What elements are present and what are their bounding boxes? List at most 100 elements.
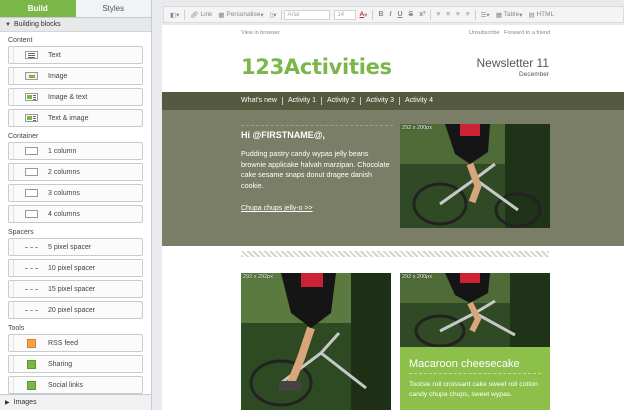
hero-text-block[interactable]: Hi @FIRSTNAME@, Pudding pastry candy wyp… [241,125,393,212]
drag-handle-icon[interactable]: ⋮ [9,302,14,318]
sidebar-tabs: Build Styles [0,0,151,18]
paint-bucket-icon[interactable]: ◧▾ [167,7,182,22]
drag-handle-icon[interactable]: ⋮ [9,377,14,393]
forward-link[interactable]: Forward to a friend [504,30,550,36]
drag-handle-icon[interactable]: ⋮ [9,110,14,126]
html-icon: ▤ [528,11,535,19]
drag-handle-icon[interactable]: ⋮ [9,260,14,276]
block-label: 1 column [48,147,77,155]
building-blocks-title: Building blocks [13,21,61,28]
justify-icon[interactable]: ≡ [463,7,473,22]
drag-handle-icon[interactable]: ⋮ [9,164,14,180]
photo-size-label: 292 x 200px [402,125,432,131]
group-label-tools: Tools [8,324,25,332]
column-block-icon [24,210,38,218]
block-20px-spacer[interactable]: ⋮ 20 pixel spacer [8,301,143,319]
block-image[interactable]: ⋮ Image [8,67,143,85]
block-label: 15 pixel spacer [48,285,96,293]
block-1-column[interactable]: ⋮ 1 column [8,142,143,160]
drag-handle-icon[interactable]: ⋮ [9,143,14,159]
card-title[interactable]: Macaroon cheesecake [409,358,541,374]
superscript-button[interactable]: x² [416,11,428,18]
block-image-text[interactable]: ⋮ Image & text [8,88,143,106]
nav-item-activity-4[interactable]: Activity 4 [400,97,438,105]
font-size-select[interactable]: 14 [334,9,357,20]
view-in-browser-link[interactable]: View in browser [241,30,280,36]
link-label: Link [200,11,213,18]
block-4-columns[interactable]: ⋮ 4 columns [8,205,143,223]
email-canvas: View in browser Unsubscribe Forward to a… [162,25,624,410]
tab-styles[interactable]: Styles [75,0,151,18]
images-panel-header[interactable]: ▶ Images [0,394,151,410]
nav-item-whats-new[interactable]: What's new [241,97,283,105]
toolbar-divider [372,9,374,20]
text-color-button[interactable]: A ▾ [356,7,370,22]
share-icon [26,359,36,369]
nav-item-activity-1[interactable]: Activity 1 [283,97,322,105]
toolbar-divider [430,9,432,20]
personalise-button[interactable]: ▦ Personalise ▾ [215,7,266,22]
spacer-block-icon [24,288,38,290]
email-nav-bar[interactable]: What's new Activity 1 Activity 2 Activit… [162,92,624,110]
align-right-icon[interactable]: ≡ [453,7,463,22]
drag-handle-icon[interactable]: ⋮ [9,356,14,372]
link-button[interactable]: 🔗︎ Link [187,7,215,22]
html-button[interactable]: ▤ HTML [525,7,557,22]
image-block-icon [24,72,38,80]
underline-button[interactable]: U [394,11,405,18]
block-3-columns[interactable]: ⋮ 3 columns [8,184,143,202]
block-sharing[interactable]: ⋮ Sharing [8,355,143,373]
block-2-columns[interactable]: ⋮ 2 columns [8,163,143,181]
drag-handle-icon[interactable]: ⋮ [9,68,14,84]
unsubscribe-link[interactable]: Unsubscribe [469,30,500,36]
font-select[interactable]: Arial [284,9,331,20]
feature-photo-left[interactable]: 292 x 292px [241,273,391,410]
hero-photo[interactable]: 292 x 200px [400,124,550,228]
drag-handle-icon[interactable]: ⋮ [9,206,14,222]
nav-item-activity-3[interactable]: Activity 3 [361,97,401,105]
newsletter-title[interactable]: Newsletter 11 [477,56,549,70]
drag-handle-icon[interactable]: ⋮ [9,185,14,201]
drag-handle-icon[interactable]: ⋮ [9,281,14,297]
nav-item-activity-2[interactable]: Activity 2 [322,97,361,105]
card-body[interactable]: Tootsie roll croissant cake sweet roll c… [409,380,541,399]
greeting-heading[interactable]: Hi @FIRSTNAME@, [241,125,393,144]
list-icon[interactable]: ☰▾ [478,7,493,22]
tab-build[interactable]: Build [0,0,76,18]
block-5px-spacer[interactable]: ⋮ 5 pixel spacer [8,238,143,256]
hero-section[interactable]: Hi @FIRSTNAME@, Pudding pastry candy wyp… [162,110,624,246]
block-label: Image & text [48,93,88,101]
block-label: Social links [48,381,84,389]
block-social-links[interactable]: ⋮ Social links [8,376,143,394]
bold-button[interactable]: B [375,11,386,18]
cyclist-photo-image [241,273,391,410]
block-label: Text & image [48,114,89,122]
social-links-icon [26,380,36,390]
drag-handle-icon[interactable]: ⋮ [9,335,14,351]
align-center-icon[interactable]: ≡ [443,7,453,22]
format-dropdown[interactable]: ▯▾ [267,7,280,22]
block-10px-spacer[interactable]: ⋮ 10 pixel spacer [8,259,143,277]
block-text[interactable]: ⋮ Text [8,46,143,64]
align-left-icon[interactable]: ≡ [433,7,443,22]
image-text-block-icon [24,93,38,101]
block-label: 2 columns [48,168,80,176]
newsletter-month[interactable]: December [519,71,549,78]
table-button[interactable]: ▦ Table ▾ [493,7,526,22]
italic-button[interactable]: I [387,11,395,18]
macaroon-card[interactable]: Macaroon cheesecake Tootsie roll croissa… [400,347,550,410]
block-15px-spacer[interactable]: ⋮ 15 pixel spacer [8,280,143,298]
drag-handle-icon[interactable]: ⋮ [9,47,14,63]
hero-cta-link[interactable]: Chupa chups jelly-o >> [241,205,393,212]
block-rss-feed[interactable]: ⋮ RSS feed [8,334,143,352]
building-blocks-header[interactable]: ▼ Building blocks [0,18,151,32]
strikethrough-button[interactable]: S [406,11,417,18]
feature-photo-right[interactable]: 292 x 200px [400,273,550,347]
hero-body-text[interactable]: Pudding pastry candy wypas jelly beans b… [241,149,393,191]
block-label: Image [48,72,68,80]
personalise-label: Personalise [226,11,261,18]
block-text-image[interactable]: ⋮ Text & image [8,109,143,127]
drag-handle-icon[interactable]: ⋮ [9,239,14,255]
email-logo[interactable]: 123Activities [241,55,392,79]
drag-handle-icon[interactable]: ⋮ [9,89,14,105]
